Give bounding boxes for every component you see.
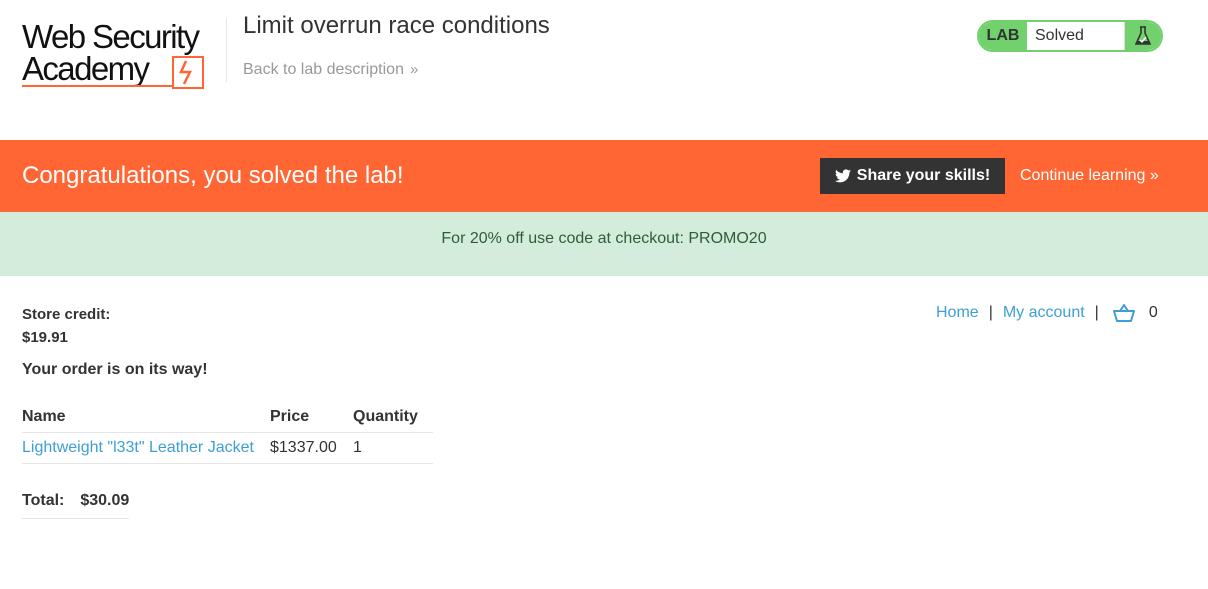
solved-banner: Congratulations, you solved the lab! Sha… [0, 140, 1208, 212]
lab-status-widget: LAB Solved [977, 20, 1163, 52]
back-link-label: Back to lab description [243, 61, 404, 78]
store-credit-label: Store credit: [22, 306, 111, 323]
double-chevron-right-icon: » [409, 61, 419, 78]
basket-icon [1112, 304, 1135, 322]
lab-badge: LAB [979, 22, 1027, 50]
cart-link[interactable] [1112, 304, 1135, 322]
store-credit-value: $19.91 [22, 329, 68, 346]
double-chevron-right-icon: » [1149, 167, 1159, 184]
twitter-icon [834, 169, 851, 183]
home-link[interactable]: Home [936, 304, 979, 322]
order-table: Name Price Quantity Lightweight "l33t" L… [22, 402, 433, 464]
header-divider [226, 18, 227, 82]
share-skills-button[interactable]: Share your skills! [820, 158, 1005, 194]
logo-lightning-icon [172, 56, 204, 89]
back-to-lab-description-link[interactable]: Back to lab description » [243, 61, 418, 79]
product-link[interactable]: Lightweight "l33t" Leather Jacket [22, 439, 254, 456]
lab-title: Limit overrun race conditions [243, 12, 550, 39]
nav-separator: | [988, 304, 993, 321]
table-header-row: Name Price Quantity [22, 402, 433, 433]
promo-banner: For 20% off use code at checkout: PROMO2… [0, 212, 1208, 276]
share-button-label: Share your skills! [856, 167, 991, 184]
total-value: $30.09 [80, 492, 130, 509]
lab-status-text: Solved [1027, 22, 1125, 50]
logo-line-2: Academy [22, 50, 150, 87]
logo-line-1: Web Security [22, 18, 200, 55]
item-name-cell: Lightweight "l33t" Leather Jacket [22, 432, 270, 464]
my-account-link[interactable]: My account [1003, 304, 1085, 322]
column-header-price: Price [270, 402, 353, 433]
item-quantity-cell: 1 [353, 432, 433, 464]
item-price-cell: $1337.00 [270, 432, 353, 464]
table-row: Lightweight "l33t" Leather Jacket $1337.… [22, 432, 433, 464]
flask-check-icon [1125, 22, 1161, 50]
cart-count: 0 [1148, 304, 1158, 321]
column-header-name: Name [22, 402, 270, 433]
banner-title: Congratulations, you solved the lab! [22, 162, 404, 189]
continue-link-label: Continue learning [1020, 167, 1146, 184]
total-label: Total: [22, 492, 65, 509]
page-header: Web Security Academy Limit overrun race … [0, 0, 1208, 140]
column-header-quantity: Quantity [353, 402, 433, 433]
continue-learning-link[interactable]: Continue learning » [1020, 167, 1159, 185]
order-confirmation-message: Your order is on its way! [22, 361, 208, 378]
promo-text: For 20% off use code at checkout: PROMO2… [441, 230, 767, 247]
top-nav: Home | My account | 0 [936, 304, 1158, 322]
order-total: Total: $30.09 [22, 492, 129, 519]
logo-underline [22, 85, 172, 87]
web-security-academy-logo[interactable]: Web Security Academy [22, 16, 227, 92]
nav-separator: | [1094, 304, 1099, 321]
